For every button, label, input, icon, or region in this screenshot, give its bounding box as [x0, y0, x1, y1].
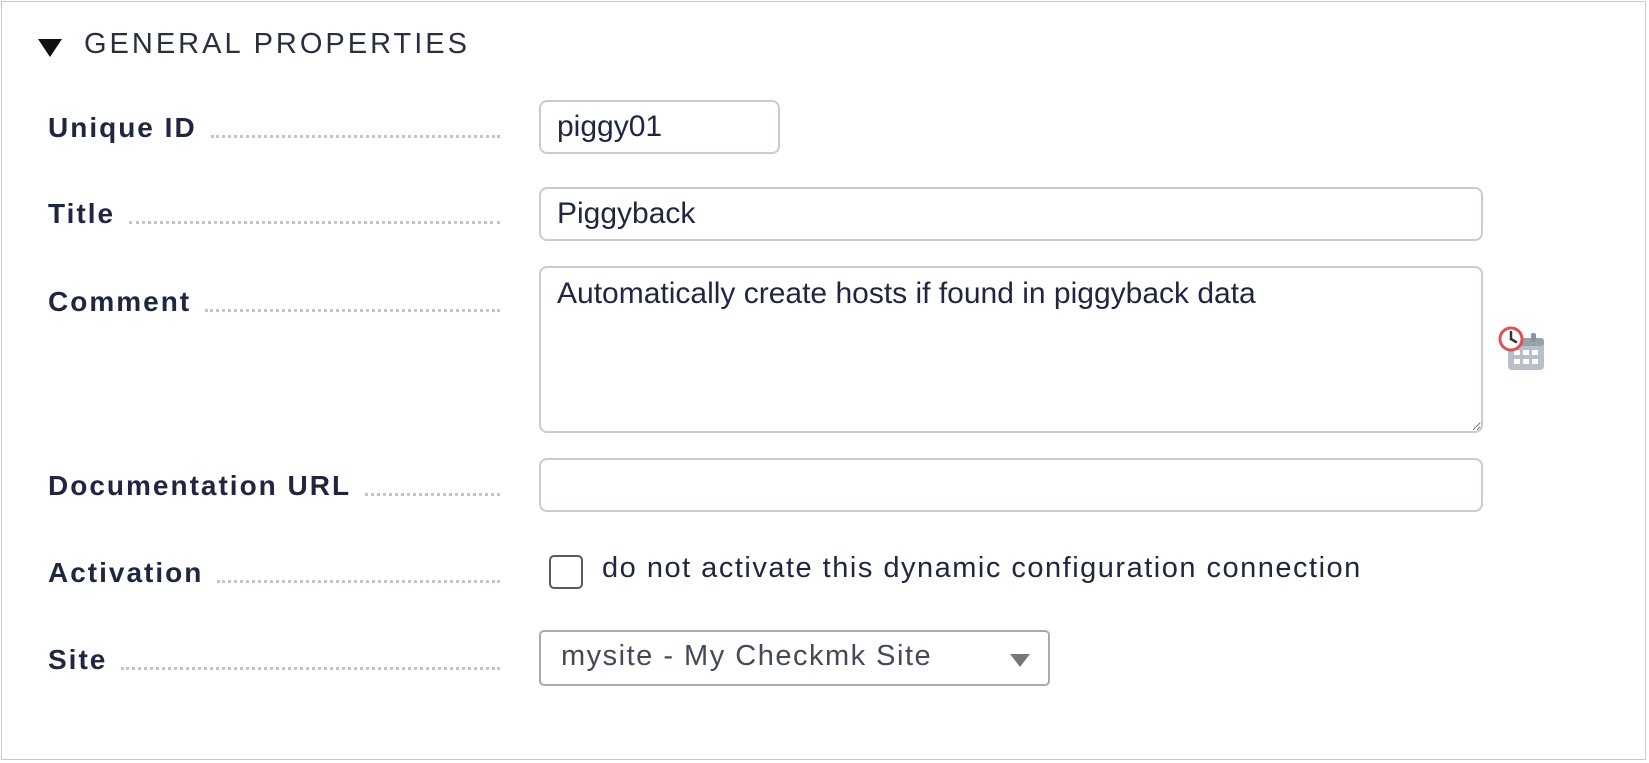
activation-label-wrap: Activation	[48, 553, 500, 589]
activation-checkbox-label[interactable]: do not activate this dynamic configurati…	[602, 552, 1362, 585]
dotted-leader	[205, 309, 500, 312]
documentation-url-label: Documentation URL	[48, 470, 352, 501]
title-label: Title	[48, 198, 116, 229]
calendar-clock-icon[interactable]	[1498, 324, 1548, 374]
comment-textarea[interactable]: Automatically create hosts if found in p…	[539, 266, 1483, 433]
dotted-leader	[210, 135, 500, 138]
site-label-wrap: Site	[48, 640, 500, 676]
general-properties-panel: GENERAL PROPERTIES Unique ID Title Comme…	[1, 1, 1646, 760]
dotted-leader	[121, 667, 500, 670]
comment-label-wrap: Comment	[48, 282, 500, 318]
documentation-url-label-wrap: Documentation URL	[48, 466, 500, 502]
title-input[interactable]	[539, 187, 1483, 241]
chevron-down-icon	[1010, 654, 1030, 667]
unique-id-label: Unique ID	[48, 112, 197, 143]
documentation-url-input[interactable]	[539, 458, 1483, 512]
title-label-wrap: Title	[48, 194, 500, 230]
dotted-leader	[365, 493, 500, 496]
dotted-leader	[217, 580, 500, 583]
triangle-down-icon[interactable]	[38, 39, 62, 57]
comment-label: Comment	[48, 286, 192, 317]
section-header[interactable]: GENERAL PROPERTIES	[38, 22, 470, 66]
unique-id-row: Unique ID	[48, 102, 1588, 156]
section-title: GENERAL PROPERTIES	[84, 27, 470, 60]
unique-id-label-wrap: Unique ID	[48, 108, 500, 144]
site-select-value: mysite - My Checkmk Site	[561, 640, 933, 672]
site-label: Site	[48, 644, 108, 675]
dotted-leader	[129, 221, 500, 224]
activation-label: Activation	[48, 557, 204, 588]
activation-checkbox[interactable]	[549, 555, 583, 589]
site-select[interactable]: mysite - My Checkmk Site	[539, 630, 1050, 686]
unique-id-input[interactable]	[539, 100, 780, 154]
